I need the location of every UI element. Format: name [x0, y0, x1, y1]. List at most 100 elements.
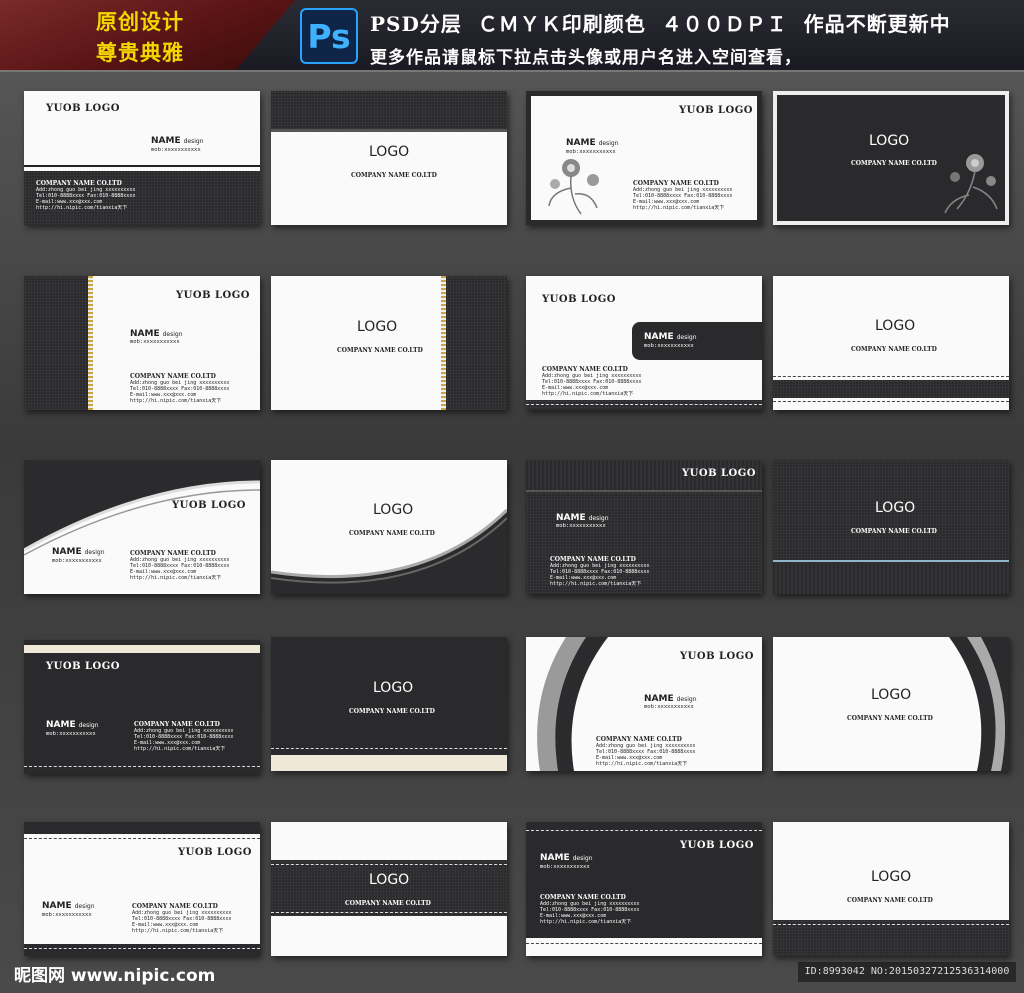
- dark-side-band: [446, 276, 507, 410]
- business-card-17: YUOB LOGO NAME design mob:xxxxxxxxxxx COM…: [24, 822, 260, 956]
- business-card-20: LOGO COMPANY NAME CO.LTD: [773, 822, 1009, 956]
- business-card-9: YUOB LOGO NAME design mob:xxxxxxxxxxx COM…: [24, 460, 260, 594]
- contact-info: Add:zhong guo bei jing xxxxxxxxxx Tel:010…: [542, 373, 642, 397]
- gold-border: [88, 276, 93, 410]
- cream-band: [271, 755, 507, 771]
- business-card-2: LOGO COMPANY NAME CO.LTD: [271, 91, 507, 225]
- company-name: COMPANY NAME CO.LTD: [847, 897, 933, 904]
- company-name: COMPANY NAME CO.LTD: [130, 373, 216, 380]
- business-card-6: LOGO COMPANY NAME CO.LTD: [271, 276, 507, 410]
- business-card-18: LOGO COMPANY NAME CO.LTD: [271, 822, 507, 956]
- stitch-line: [24, 948, 260, 949]
- logo-text: LOGO: [871, 869, 912, 885]
- business-card-10: LOGO COMPANY NAME CO.LTD: [271, 460, 507, 594]
- stitch-line: [24, 838, 260, 839]
- cream-band: [24, 645, 260, 653]
- contact-info: Add:zhong guo bei jing xxxxxxxxxx Tel:010…: [540, 901, 640, 925]
- business-card-19: NAME design mob:xxxxxxxxxxx YUOB LOGO COM…: [526, 822, 762, 956]
- contact-info: Add:zhong guo bei jing xxxxxxxxxx Tel:010…: [550, 563, 650, 587]
- mobile-text: mob:xxxxxxxxxxx: [644, 343, 694, 349]
- badge-ribbon: 原创设计 尊贵典雅: [0, 0, 295, 70]
- name-label: NAME design: [566, 138, 619, 148]
- stitch-line: [271, 912, 507, 913]
- mobile-text: mob:xxxxxxxxxxx: [46, 731, 96, 737]
- name-label: NAME design: [540, 853, 593, 863]
- site-watermark: 昵图网 www.nipic.com: [14, 966, 216, 986]
- contact-info: Add:zhong guo bei jing xxxxxxxxxx Tel:010…: [596, 743, 696, 767]
- mobile-text: mob:xxxxxxxxxxx: [151, 147, 201, 153]
- logo-text: LOGO: [357, 319, 398, 335]
- company-name: COMPANY NAME CO.LTD: [134, 721, 220, 728]
- header-line-1: PSD分层 ＣＭＹＫ印刷颜色 ４００ＤＰＩ 作品不断更新中: [370, 12, 951, 36]
- logo-text: LOGO: [373, 680, 414, 696]
- dark-band: [271, 860, 507, 916]
- company-name: COMPANY NAME CO.LTD: [542, 366, 628, 373]
- logo-text: LOGO: [875, 500, 916, 516]
- business-card-14: LOGO COMPANY NAME CO.LTD: [271, 637, 507, 771]
- your-logo-text: YUOB LOGO: [680, 840, 754, 851]
- company-name: COMPANY NAME CO.LTD: [337, 347, 423, 354]
- name-label: NAME design: [556, 513, 609, 523]
- company-name: COMPANY NAME CO.LTD: [633, 180, 719, 187]
- business-card-11: YUOB LOGO NAME design mob:xxxxxxxxxxx COM…: [526, 460, 762, 594]
- dark-band: [24, 822, 260, 834]
- contact-info: Add:zhong guo bei jing xxxxxxxxxx Tel:010…: [132, 910, 232, 934]
- striped-band: [773, 563, 1009, 594]
- mobile-text: mob:xxxxxxxxxxx: [130, 339, 180, 345]
- dark-band: [271, 91, 507, 129]
- divider: [271, 129, 507, 132]
- dark-band: [773, 920, 1009, 956]
- name-label: NAME design: [644, 332, 697, 342]
- accent-line: [773, 560, 1009, 562]
- business-card-12: LOGO COMPANY NAME CO.LTD: [773, 460, 1009, 594]
- company-name: COMPANY NAME CO.LTD: [349, 530, 435, 537]
- mobile-text: mob:xxxxxxxxxxx: [644, 704, 694, 710]
- logo-text: LOGO: [869, 133, 910, 149]
- divider: [24, 165, 260, 167]
- your-logo-text: YUOB LOGO: [682, 468, 756, 479]
- stitch-line: [773, 924, 1009, 925]
- name-label: NAME design: [644, 694, 697, 704]
- company-name: COMPANY NAME CO.LTD: [847, 715, 933, 722]
- company-name: COMPANY NAME CO.LTD: [540, 894, 626, 901]
- badge-line-1: 原创设计: [96, 10, 184, 34]
- logo-text: LOGO: [369, 144, 410, 160]
- business-card-4: LOGO COMPANY NAME CO.LTD: [773, 91, 1009, 225]
- header-line-2: 更多作品请鼠标下拉点击头像或用户名进入空间查看，: [370, 48, 802, 68]
- logo-text: LOGO: [871, 687, 912, 703]
- name-label: NAME design: [46, 720, 99, 730]
- company-name: COMPANY NAME CO.LTD: [851, 346, 937, 353]
- company-name: COMPANY NAME CO.LTD: [132, 903, 218, 910]
- dark-swoosh: [949, 637, 1009, 771]
- name-label: NAME design: [151, 136, 204, 146]
- stitch-line: [773, 376, 1009, 377]
- your-logo-text: YUOB LOGO: [46, 103, 120, 114]
- flower-ornament: [548, 159, 599, 215]
- company-name: COMPANY NAME CO.LTD: [596, 736, 682, 743]
- business-card-15: YUOB LOGO NAME design mob:xxxxxxxxxxx COM…: [526, 637, 762, 771]
- business-card-3: YUOB LOGO NAME design mob:xxxxxxxxxxx COM…: [526, 91, 762, 225]
- company-name: COMPANY NAME CO.LTD: [349, 708, 435, 715]
- company-name: COMPANY NAME CO.LTD: [351, 172, 437, 179]
- light-band: [526, 938, 762, 956]
- business-card-13: YUOB LOGO NAME design mob:xxxxxxxxxxx COM…: [24, 640, 260, 774]
- contact-info: Add:zhong guo bei jing xxxxxxxxxx Tel:010…: [134, 728, 234, 752]
- mobile-text: mob:xxxxxxxxxxx: [540, 864, 590, 870]
- dark-curve: [271, 508, 507, 594]
- dark-side-band: [24, 276, 88, 410]
- name-label: NAME design: [42, 901, 95, 911]
- stitch-line: [526, 943, 762, 944]
- stitch-line: [271, 864, 507, 865]
- stitch-line: [526, 404, 762, 405]
- photoshop-icon: Ps: [300, 8, 358, 64]
- business-card-16: LOGO COMPANY NAME CO.LTD: [773, 637, 1009, 771]
- stitch-line: [526, 830, 762, 831]
- your-logo-text: YUOB LOGO: [176, 290, 250, 301]
- your-logo-text: YUOB LOGO: [679, 105, 753, 116]
- company-name: COMPANY NAME CO.LTD: [36, 180, 122, 187]
- your-logo-text: YUOB LOGO: [680, 651, 754, 662]
- flower-ornament: [944, 154, 998, 214]
- dark-band: [24, 944, 260, 956]
- business-card-1: YUOB LOGO NAME design mob:xxxxxxxxxxx COM…: [24, 91, 260, 225]
- business-card-8: LOGO COMPANY NAME CO.LTD: [773, 276, 1009, 410]
